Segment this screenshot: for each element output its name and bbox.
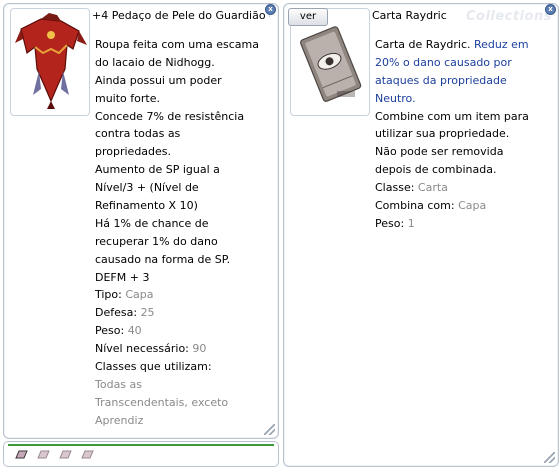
empty-card-slot[interactable] <box>36 450 50 459</box>
property-value: 40 <box>127 324 142 338</box>
property-label: Tipo: <box>95 288 122 302</box>
description-line: Ainda possui um poder <box>95 73 222 87</box>
card-effect-line: Carta de Raydric. Reduz em <box>375 36 553 54</box>
description-line: Roupa feita com uma escama <box>95 38 259 51</box>
card-slot-bar <box>3 441 279 467</box>
item-info-window: +4 Pedaço de Pele do Guardião do Lacaio … <box>3 3 279 439</box>
property-row: Peso: 40 <box>95 322 273 340</box>
description-line: utilizar sua propriedade. <box>375 127 510 141</box>
empty-card-slot[interactable] <box>80 450 94 459</box>
property-row: Nível necessário: 90 <box>95 340 273 358</box>
description-line: causado na forma de SP. <box>95 252 231 266</box>
item-title: +4 Pedaço de Pele do Guardião do Lacaio … <box>92 9 270 22</box>
property-value: 25 <box>140 306 155 320</box>
property-label: Classe: <box>375 181 415 195</box>
item-illustration-frame <box>10 8 90 116</box>
description-line: Concede 7% de resistência <box>95 109 245 123</box>
property-label: Peso: <box>95 324 125 338</box>
description-line: propriedades. <box>95 145 172 159</box>
close-icon[interactable]: x <box>545 4 556 15</box>
description-line: do lacaio de Nidhogg. <box>95 55 215 69</box>
property-row: Combina com: Capa <box>375 197 553 215</box>
property-label: Nível necessário: <box>95 342 189 356</box>
card-effect-text: Reduz em <box>474 38 529 51</box>
property-row: Tipo: Capa <box>95 286 273 304</box>
description-line: DEFM + 3 <box>95 270 150 284</box>
description-line: muito forte. <box>95 91 160 105</box>
card-description: Carta de Raydric. Reduz em 20% o dano ca… <box>375 36 553 233</box>
description-line: Aumento de SP igual a <box>95 163 220 177</box>
filled-card-slot[interactable] <box>14 450 28 459</box>
resize-handle[interactable] <box>544 452 555 463</box>
classes-value: Transcendentais, exceto <box>95 395 229 409</box>
classes-label: Classes que utilizam: <box>95 360 212 374</box>
description-line: Refinamento X 10) <box>95 199 198 213</box>
property-value: Capa <box>125 288 154 302</box>
card-effect-text: Neutro. <box>375 91 416 105</box>
item-description: Roupa feita com uma escama do lacaio de N… <box>95 36 273 430</box>
garment-illustration <box>15 13 87 109</box>
description-line: Não pode ser removida <box>375 145 504 159</box>
description-line: depois de combinada. <box>375 163 497 177</box>
property-row: Defesa: 25 <box>95 304 273 322</box>
property-value: 1 <box>407 216 415 230</box>
property-label: Peso: <box>375 216 405 230</box>
description-line: Combine com um item para <box>375 109 529 123</box>
property-label: Defesa: <box>95 306 138 320</box>
card-title: Carta Raydric <box>372 9 447 22</box>
property-value: Carta <box>417 181 448 195</box>
card-effect-text: 20% o dano causado por <box>375 55 512 69</box>
property-value: Capa <box>458 199 487 213</box>
property-label: Combina com: <box>375 199 455 213</box>
resize-handle[interactable] <box>264 424 275 435</box>
description-line: contra todas as <box>95 127 181 141</box>
slot-bar-divider <box>8 444 274 446</box>
description-line: Há 1% de chance de <box>95 216 209 230</box>
classes-value: Todas as <box>95 377 143 391</box>
view-card-button[interactable]: ver <box>288 8 328 26</box>
card-info-window: Collections ver Carta Raydric x Carta de… <box>283 3 559 467</box>
description-line: Nível/3 + (Nível de <box>95 181 199 195</box>
card-desc-prefix: Carta de Raydric. <box>375 38 471 51</box>
classes-value: Aprendiz <box>95 413 144 427</box>
close-icon[interactable]: x <box>265 4 276 15</box>
property-value: 90 <box>192 342 207 356</box>
property-row: Peso: 1 <box>375 215 553 233</box>
description-line: recuperar 1% do dano <box>95 234 218 248</box>
empty-card-slot[interactable] <box>58 450 72 459</box>
property-row: Classe: Carta <box>375 179 553 197</box>
card-effect-text: ataques da propriedade <box>375 73 507 87</box>
